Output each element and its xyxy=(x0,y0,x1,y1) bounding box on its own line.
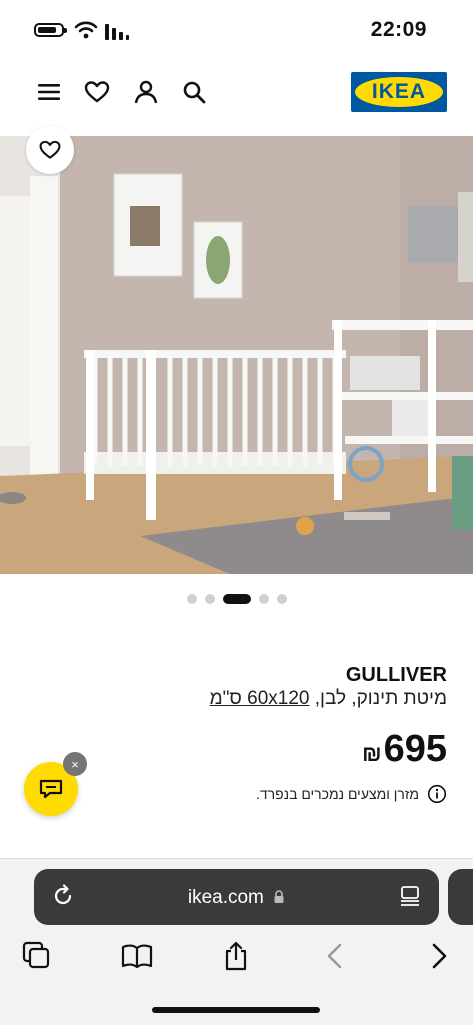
carousel-dot[interactable] xyxy=(258,594,269,604)
carousel-indicator[interactable] xyxy=(0,594,473,604)
product-image[interactable] xyxy=(0,136,473,574)
wifi-icon xyxy=(74,21,98,39)
user-icon[interactable] xyxy=(132,78,160,106)
product-size-link[interactable]: 60x120 ס"מ xyxy=(210,688,310,709)
reader-view-icon[interactable] xyxy=(399,885,421,907)
back-icon[interactable] xyxy=(320,940,352,972)
currency-symbol: ₪ xyxy=(362,741,382,766)
product-price: ₪695 xyxy=(362,728,447,771)
tabs-icon[interactable] xyxy=(21,940,53,972)
info-icon[interactable] xyxy=(427,784,447,804)
note-text: מזרן ומצעים נמכרים בנפרד. xyxy=(255,786,419,802)
forward-icon[interactable] xyxy=(422,940,454,972)
chat-bubble-icon xyxy=(39,779,63,799)
product-desc-prefix: מיטת תינוק, לבן, xyxy=(309,688,447,709)
heart-icon[interactable] xyxy=(83,78,111,106)
cellular-signal-icon xyxy=(105,24,129,40)
url-domain: ikea.com xyxy=(187,887,264,908)
lock-icon xyxy=(274,890,284,903)
carousel-dot[interactable] xyxy=(186,594,197,604)
search-icon[interactable] xyxy=(180,78,208,106)
mattress-note: מזרן ומצעים נמכרים בנפרד. xyxy=(256,784,447,804)
carousel-dot[interactable] xyxy=(276,594,287,604)
carousel-dot-active[interactable] xyxy=(222,594,251,604)
share-icon[interactable] xyxy=(220,940,252,972)
status-time: 22:09 xyxy=(370,18,427,41)
product-name: GULLIVER xyxy=(345,664,447,686)
next-tab-preview[interactable] xyxy=(448,869,473,925)
home-indicator xyxy=(152,1007,320,1013)
product-description: מיטת תינוק, לבן, 60x120 ס"מ xyxy=(210,688,447,710)
carousel-dot[interactable] xyxy=(204,594,215,604)
bookmarks-icon[interactable] xyxy=(121,940,153,972)
product-size-unit: ס"מ xyxy=(209,688,248,709)
battery-icon xyxy=(34,23,67,37)
menu-icon[interactable] xyxy=(35,78,63,106)
heart-icon xyxy=(39,140,61,159)
ikea-logo[interactable]: IKEA xyxy=(351,72,447,112)
product-photo-illustration xyxy=(0,136,473,574)
address-bar[interactable]: ikea.com xyxy=(34,869,439,925)
url-text: ikea.com xyxy=(34,887,439,909)
product-size-value: 60x120 xyxy=(247,688,310,709)
favorite-button[interactable] xyxy=(26,126,74,174)
chat-close-button[interactable]: × xyxy=(63,752,87,776)
price-value: 695 xyxy=(383,728,447,770)
